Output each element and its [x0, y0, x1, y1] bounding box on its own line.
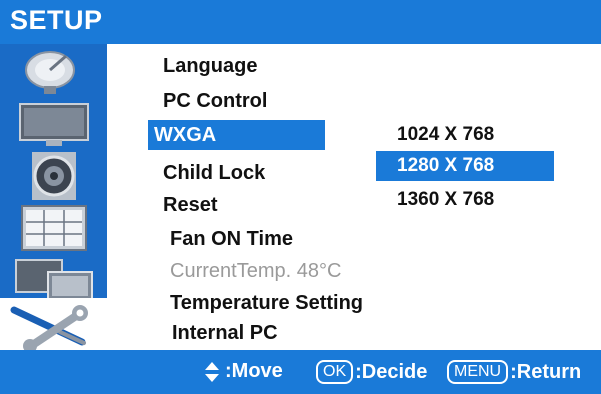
speaker-icon[interactable] — [10, 152, 98, 200]
ok-key: OK — [316, 360, 354, 384]
decide-hint: OK :Decide — [316, 360, 427, 384]
monitor-icon[interactable] — [10, 100, 98, 148]
resolution-option-1280x768[interactable]: 1280 X 768 — [397, 155, 494, 177]
wrench-screwdriver-icon[interactable] — [0, 298, 107, 353]
satellite-dish-icon[interactable] — [10, 48, 98, 96]
menu-item-temperature-setting[interactable]: Temperature Setting — [170, 292, 363, 315]
menu-item-language[interactable]: Language — [163, 55, 257, 78]
category-sidebar — [0, 44, 107, 353]
decide-label: :Decide — [355, 360, 428, 383]
resolution-option-1360x768[interactable]: 1360 X 768 — [397, 189, 494, 211]
setup-osd-window: SETUP Language PC Control WXGA Child Loc… — [0, 0, 601, 394]
footer-key-hints: :Move OK :Decide MENU :Return — [0, 350, 601, 394]
menu-key: MENU — [447, 360, 509, 384]
menu-item-reset[interactable]: Reset — [163, 194, 217, 217]
menu-item-internal-pc[interactable]: Internal PC — [172, 322, 278, 345]
updown-arrows-icon — [203, 361, 221, 383]
move-label: :Move — [225, 360, 283, 382]
dual-screen-icon[interactable] — [10, 256, 98, 304]
menu-item-pc-control[interactable]: PC Control — [163, 90, 267, 113]
calendar-clock-icon[interactable] — [10, 204, 98, 252]
return-label: :Return — [510, 360, 582, 383]
menu-title: SETUP — [10, 5, 103, 35]
return-hint: MENU :Return — [447, 360, 581, 384]
menu-item-fan-on-time[interactable]: Fan ON Time — [170, 228, 293, 251]
title-bar: SETUP — [0, 0, 601, 44]
menu-item-child-lock[interactable]: Child Lock — [163, 162, 265, 185]
menu-item-current-temp: CurrentTemp. 48°C — [170, 260, 342, 282]
move-hint: :Move — [203, 360, 283, 383]
resolution-option-1024x768[interactable]: 1024 X 768 — [397, 124, 494, 146]
menu-item-wxga[interactable]: WXGA — [154, 124, 216, 147]
